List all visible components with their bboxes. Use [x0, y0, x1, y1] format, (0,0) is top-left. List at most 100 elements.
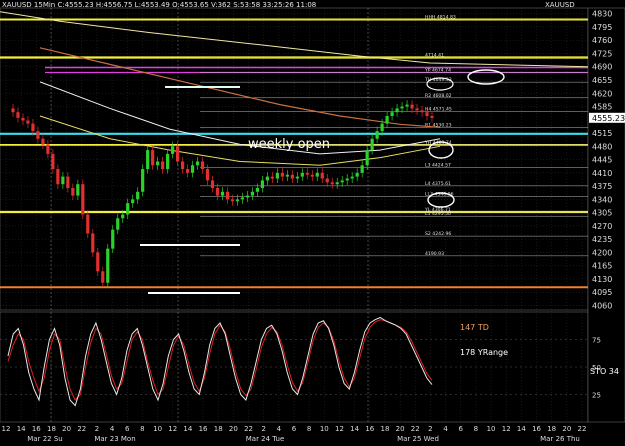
stoch-tick-label: 75: [592, 337, 601, 345]
candle-body: [61, 176, 65, 185]
candle-body: [190, 165, 195, 173]
date-label: Mar 26 Thu: [540, 435, 580, 443]
x-tick-label: 16: [365, 425, 374, 433]
x-tick-label: 2: [261, 425, 265, 433]
candle-body: [56, 169, 60, 185]
pivot-label: R2 4608.02: [425, 93, 452, 99]
candle-body: [335, 182, 339, 185]
candle-body: [365, 150, 369, 166]
candle-body: [425, 112, 429, 116]
x-tick-label: 22: [578, 425, 587, 433]
x-tick-label: 10: [487, 425, 496, 433]
price-tick-label: 4585: [592, 103, 612, 112]
x-tick-label: 22: [411, 425, 420, 433]
candle-body: [265, 176, 269, 181]
pivot-label: 4714.41: [425, 52, 444, 58]
pivot-label: L5 4295.50: [425, 211, 451, 217]
candle-body: [86, 214, 90, 234]
stoch-tick-label: 25: [592, 392, 601, 400]
candle-body: [36, 131, 40, 139]
candle-body: [325, 178, 329, 183]
date-label: Mar 24 Tue: [246, 435, 285, 443]
candle-body: [320, 172, 324, 179]
candle-body: [210, 180, 215, 188]
candle-body: [355, 172, 359, 177]
x-tick-label: 8: [474, 425, 478, 433]
candle-body: [200, 161, 205, 170]
candle-body: [141, 169, 145, 192]
pivot-label: 4190.93: [425, 251, 444, 257]
candle-body: [295, 176, 299, 179]
candle-body: [275, 172, 279, 179]
date-label: Mar 23 Mon: [94, 435, 135, 443]
price-tick-label: 4270: [592, 222, 612, 231]
price-tick-label: 4480: [592, 142, 612, 151]
candle-body: [250, 191, 255, 196]
candle-body: [385, 115, 389, 124]
price-tick-label: 4445: [592, 156, 612, 165]
price-tick-label: 4690: [592, 63, 612, 72]
candle-body: [106, 248, 110, 283]
pivot-label: L3 4424.57: [425, 162, 451, 168]
x-tick-label: 10: [153, 425, 162, 433]
yrange-label: 178 YRange: [460, 348, 508, 357]
candle-body: [176, 146, 180, 162]
x-tick-label: 18: [47, 425, 56, 433]
pivot-label: HHH 4814.83: [425, 14, 456, 20]
last-price-label: 4555.23: [592, 114, 625, 123]
sto-label: STO 34: [590, 367, 619, 376]
candle-body: [255, 187, 260, 192]
candle-body: [285, 174, 289, 177]
x-tick-label: 22: [77, 425, 86, 433]
x-tick-label: 8: [307, 425, 311, 433]
price-tick-label: 4305: [592, 209, 612, 218]
pivot-label: L4 4375.61: [425, 181, 451, 187]
candle-body: [46, 144, 50, 154]
x-tick-label: 16: [532, 425, 541, 433]
price-tick-label: 4200: [592, 248, 612, 257]
candle-body: [146, 150, 150, 170]
x-tick-label: 10: [320, 425, 329, 433]
pivot-label: S2 4242.96: [425, 231, 451, 237]
x-tick-label: 20: [562, 425, 571, 433]
x-tick-label: 4: [277, 425, 282, 433]
x-tick-label: 4: [110, 425, 115, 433]
price-tick-label: 4830: [592, 10, 612, 19]
candle-body: [76, 184, 80, 196]
x-tick-label: 14: [517, 425, 526, 433]
candle-body: [156, 161, 160, 166]
candle-body: [230, 199, 235, 202]
weekly-open-annotation: weekly open: [248, 137, 330, 152]
candle-body: [280, 172, 284, 177]
candle-body: [395, 108, 399, 113]
candle-body: [151, 150, 155, 166]
candle-body: [26, 120, 30, 124]
candle-body: [225, 191, 230, 200]
price-tick-label: 4620: [592, 89, 612, 98]
x-tick-label: 20: [229, 425, 238, 433]
price-tick-label: 4655: [592, 76, 612, 85]
candle-body: [21, 117, 25, 121]
x-tick-label: 18: [214, 425, 223, 433]
x-tick-label: 2: [428, 425, 432, 433]
price-tick-label: 4515: [592, 129, 612, 138]
x-tick-label: 6: [292, 425, 297, 433]
candle-body: [430, 115, 434, 118]
x-tick-label: 12: [335, 425, 344, 433]
date-label: Mar 25 Wed: [397, 435, 439, 443]
candle-body: [390, 112, 394, 116]
price-tick-label: 4340: [592, 195, 612, 204]
x-tick-label: 6: [459, 425, 464, 433]
candle-body: [375, 131, 379, 139]
x-tick-label: 2: [95, 425, 99, 433]
x-tick-label: 20: [396, 425, 405, 433]
candle-body: [66, 176, 70, 188]
candle-body: [215, 187, 220, 196]
price-tick-label: 4760: [592, 36, 612, 45]
td-label: 147 TD: [460, 323, 489, 332]
price-tick-label: 4375: [592, 182, 612, 191]
price-chart[interactable]: 12 14 16 18 20 22 2 4 6 8 10 12 14 16 18 20 22 2 4 6 8 10 12 14…: [0, 0, 625, 446]
candle-body: [96, 252, 100, 272]
candle-body: [51, 153, 55, 170]
candle-body: [410, 104, 414, 109]
